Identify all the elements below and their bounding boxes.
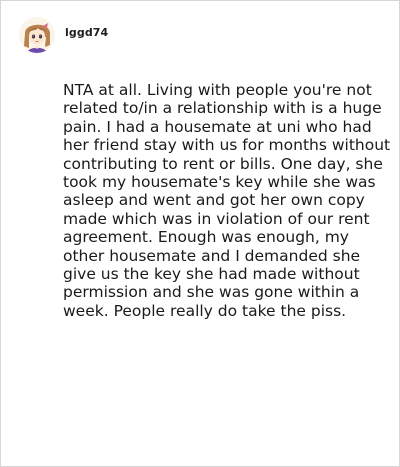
comment-header: lggd74 [19,17,108,53]
comment-card: lggd74 NTA at all. Living with people yo… [0,0,400,467]
anime-character-avatar-icon [19,17,55,53]
user-avatar[interactable] [19,17,55,53]
username[interactable]: lggd74 [65,26,108,39]
comment-text: NTA at all. Living with people you're no… [63,81,391,320]
